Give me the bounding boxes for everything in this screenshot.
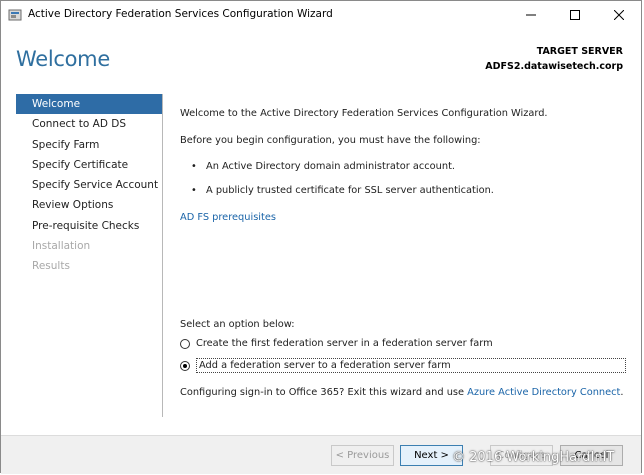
wizard-footer: < Previous Next > Configure Cancel xyxy=(1,435,641,474)
wizard-header: Welcome TARGET SERVER ADFS2.datawisetech… xyxy=(1,29,641,85)
radio-button[interactable] xyxy=(180,338,190,349)
radio-button-selected[interactable] xyxy=(180,360,190,371)
adfs-prerequisites-link[interactable]: AD FS prerequisites xyxy=(180,212,276,223)
wizard-steps-nav: Welcome Connect to AD DS Specify Farm Sp… xyxy=(16,94,162,417)
adfs-app-icon xyxy=(8,9,22,21)
azure-ad-connect-link[interactable]: Azure Active Directory Connect xyxy=(467,387,620,398)
intro-text: Welcome to the Active Directory Federati… xyxy=(180,108,548,119)
nav-step-review-options[interactable]: Review Options xyxy=(16,195,162,215)
nav-step-specify-certificate[interactable]: Specify Certificate xyxy=(16,155,162,175)
title-bar[interactable]: Active Directory Federation Services Con… xyxy=(1,1,641,29)
nav-step-connect-ad-ds[interactable]: Connect to AD DS xyxy=(16,114,162,134)
close-button[interactable] xyxy=(597,1,641,29)
target-server-name: ADFS2.datawisetech.corp xyxy=(485,61,623,72)
previous-button[interactable]: < Previous xyxy=(331,445,394,466)
close-icon xyxy=(614,10,624,20)
page-title: Welcome xyxy=(16,47,110,71)
requirement-item: A publicly trusted certificate for SSL s… xyxy=(191,185,494,196)
option-label: Add a federation server to a federation … xyxy=(196,358,626,373)
nav-divider xyxy=(162,94,163,417)
wizard-content: Welcome to the Active Directory Federati… xyxy=(180,94,630,417)
office365-note: Configuring sign-in to Office 365? Exit … xyxy=(180,387,624,398)
maximize-button[interactable] xyxy=(553,1,597,29)
option-create-first-server[interactable]: Create the first federation server in a … xyxy=(180,338,493,349)
requirement-text: A publicly trusted certificate for SSL s… xyxy=(206,185,494,196)
minimize-button[interactable] xyxy=(509,1,553,29)
configure-button[interactable]: Configure xyxy=(490,445,553,466)
option-label: Create the first federation server in a … xyxy=(196,338,493,349)
select-option-prompt: Select an option below: xyxy=(180,319,295,330)
nav-step-specify-service-account[interactable]: Specify Service Account xyxy=(16,175,162,195)
option-add-server-to-farm[interactable]: Add a federation server to a federation … xyxy=(180,358,626,373)
office365-end: . xyxy=(620,387,624,398)
nav-step-results: Results xyxy=(32,260,70,273)
office365-text: Configuring sign-in to Office 365? Exit … xyxy=(180,387,468,398)
before-begin-text: Before you begin configuration, you must… xyxy=(180,135,481,146)
nav-step-welcome[interactable]: Welcome xyxy=(16,94,162,115)
wizard-window: Active Directory Federation Services Con… xyxy=(0,0,642,474)
nav-step-installation: Installation xyxy=(32,240,91,253)
requirement-text: An Active Directory domain administrator… xyxy=(206,161,456,172)
nav-step-specify-farm[interactable]: Specify Farm xyxy=(16,135,162,155)
cancel-button[interactable]: Cancel xyxy=(560,445,623,466)
minimize-icon xyxy=(526,14,536,16)
nav-step-prerequisite-checks[interactable]: Pre-requisite Checks xyxy=(16,216,162,236)
maximize-icon xyxy=(570,10,580,20)
window-title: Active Directory Federation Services Con… xyxy=(28,8,333,20)
target-server-label: TARGET SERVER xyxy=(536,46,623,57)
requirement-item: An Active Directory domain administrator… xyxy=(191,161,456,172)
next-button[interactable]: Next > xyxy=(400,445,463,466)
